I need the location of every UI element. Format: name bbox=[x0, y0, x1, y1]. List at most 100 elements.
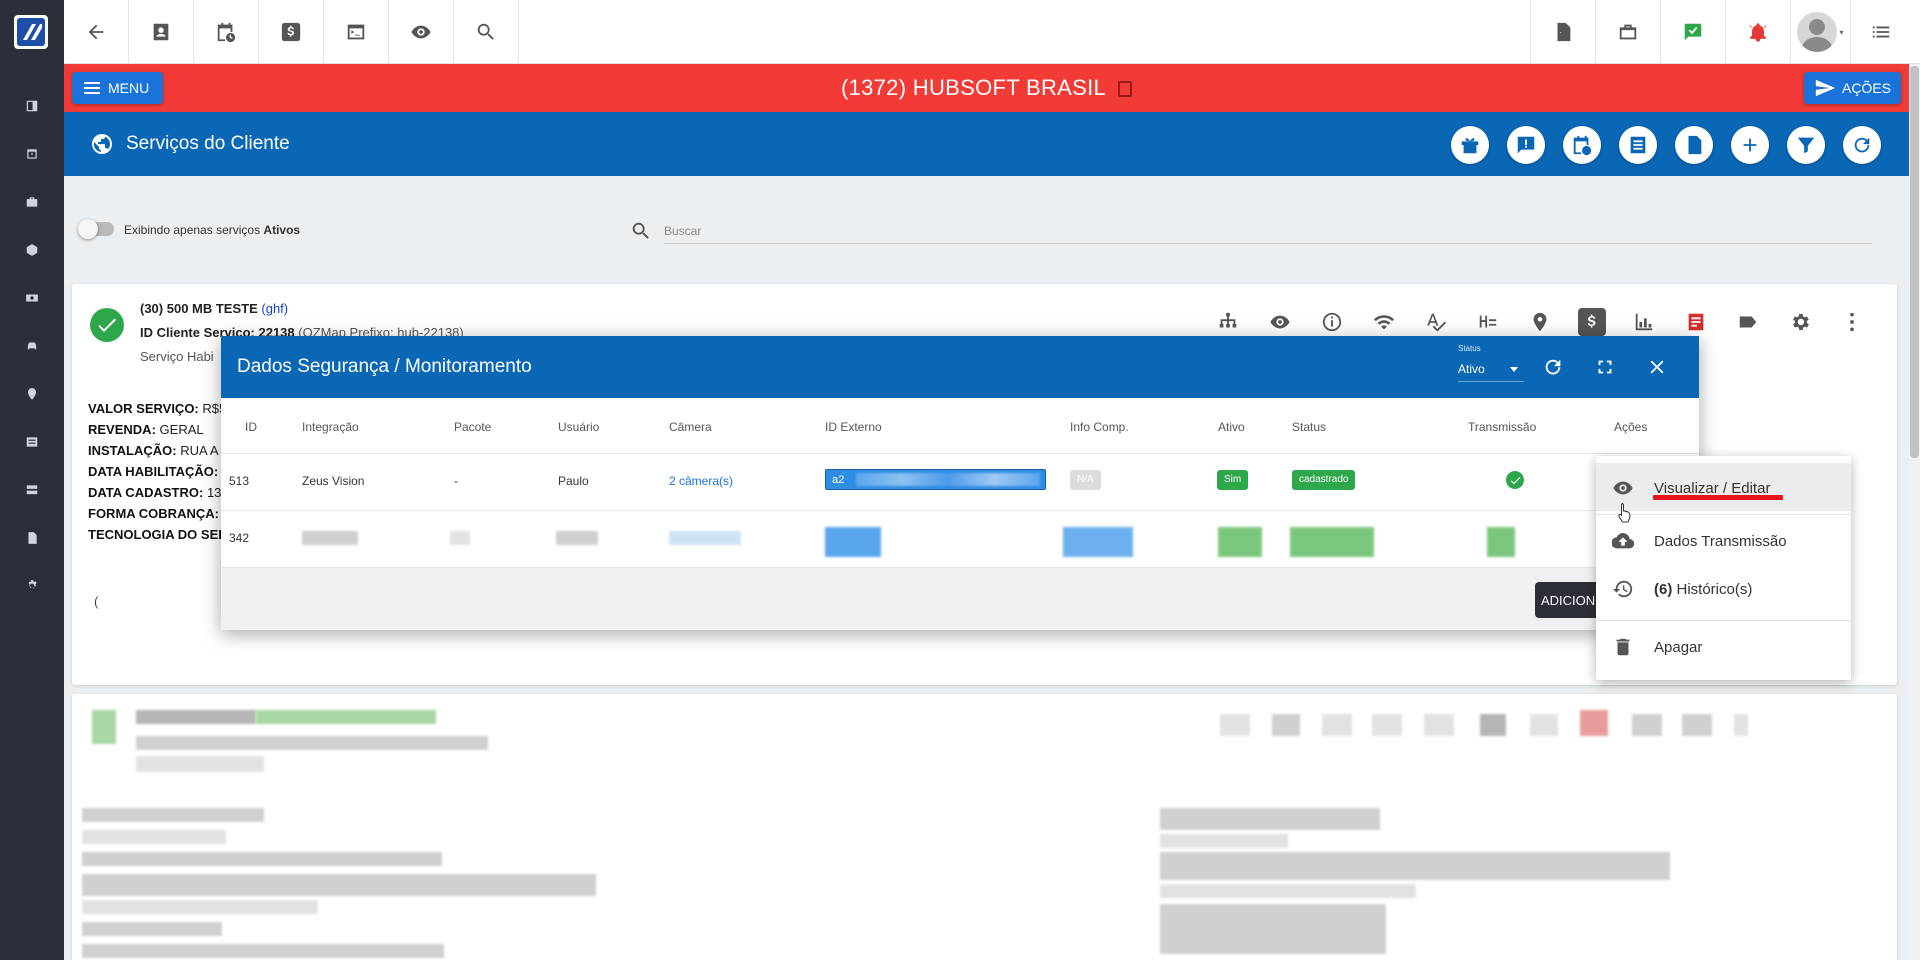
wifi-icon[interactable] bbox=[1370, 308, 1398, 336]
menu-item-view-edit[interactable]: Visualizar / Editar bbox=[1596, 463, 1851, 511]
money-icon[interactable] bbox=[22, 288, 42, 308]
app-logo[interactable] bbox=[14, 15, 48, 49]
col-id-externo[interactable]: ID Externo bbox=[825, 420, 882, 434]
blurred-icon bbox=[1632, 714, 1662, 736]
pdf-icon[interactable] bbox=[1530, 0, 1595, 64]
close-icon[interactable] bbox=[1643, 353, 1671, 381]
tag-icon[interactable] bbox=[1734, 308, 1762, 336]
plus-icon[interactable] bbox=[1731, 126, 1769, 164]
list-icon[interactable] bbox=[1850, 0, 1910, 64]
calendar-clock-button[interactable] bbox=[194, 0, 259, 64]
info-label: VALOR SERVIÇO: bbox=[88, 401, 199, 416]
status-select[interactable]: Ativo bbox=[1458, 362, 1524, 382]
network-tree-icon[interactable] bbox=[1214, 308, 1242, 336]
active-only-toggle[interactable] bbox=[78, 219, 114, 239]
heading-list-icon[interactable] bbox=[1474, 308, 1502, 336]
col-status[interactable]: Status bbox=[1292, 420, 1326, 434]
history-count: (6) bbox=[1654, 581, 1673, 598]
chat-check-icon[interactable] bbox=[1660, 0, 1725, 64]
blurred-text bbox=[1160, 834, 1288, 848]
invoice-icon[interactable] bbox=[1682, 308, 1710, 336]
spellcheck-icon[interactable] bbox=[1422, 308, 1450, 336]
settings-icon[interactable] bbox=[22, 576, 42, 596]
dollar-button[interactable] bbox=[259, 0, 324, 64]
dollar-icon[interactable] bbox=[1578, 308, 1606, 336]
gear-icon[interactable] bbox=[1786, 308, 1814, 336]
blurred-text bbox=[1160, 852, 1670, 880]
col-camera[interactable]: Câmera bbox=[669, 420, 712, 434]
blurred-text bbox=[82, 944, 444, 958]
map-pin-icon[interactable] bbox=[1526, 308, 1554, 336]
briefcase-icon[interactable] bbox=[22, 192, 42, 212]
search-input[interactable] bbox=[664, 218, 1872, 244]
menu-divider bbox=[1596, 620, 1851, 621]
info-comp-badge: N/A bbox=[1070, 470, 1101, 490]
actions-button[interactable]: AÇÕES bbox=[1803, 72, 1901, 104]
blurred-icon bbox=[1272, 714, 1300, 736]
user-menu[interactable]: ▾ bbox=[1790, 0, 1850, 64]
dashboard-icon[interactable] bbox=[22, 96, 42, 116]
toggle-label-prefix: Exibindo apenas serviços bbox=[124, 223, 264, 237]
col-id[interactable]: ID bbox=[245, 420, 257, 434]
blurred-icon bbox=[1530, 714, 1558, 736]
avatar[interactable] bbox=[1797, 12, 1838, 52]
server-icon[interactable] bbox=[22, 480, 42, 500]
alarm-bell-icon[interactable] bbox=[1725, 0, 1790, 64]
external-id-text: a2 bbox=[832, 474, 845, 486]
add-button[interactable]: ADICION bbox=[1535, 582, 1605, 618]
menu-item-history[interactable]: (6) Histórico(s) bbox=[1596, 564, 1851, 612]
scrollbar-thumb[interactable] bbox=[1910, 66, 1919, 458]
eye-icon[interactable] bbox=[1266, 308, 1294, 336]
search-button[interactable] bbox=[454, 0, 519, 64]
menu-item-label: (6) Histórico(s) bbox=[1654, 581, 1752, 598]
fullscreen-icon[interactable] bbox=[1591, 353, 1619, 381]
col-pacote[interactable]: Pacote bbox=[454, 420, 491, 434]
table-row[interactable]: 342 bbox=[221, 511, 1699, 568]
blurred-cell bbox=[1218, 527, 1262, 557]
check-circle-icon bbox=[90, 308, 124, 342]
calendar-clock-icon[interactable] bbox=[1563, 126, 1601, 164]
left-rail bbox=[0, 0, 64, 960]
col-usuario[interactable]: Usuário bbox=[558, 420, 599, 434]
more-vertical-icon[interactable] bbox=[1838, 308, 1866, 336]
terminal-button[interactable] bbox=[324, 0, 389, 64]
blurred-text bbox=[1160, 904, 1386, 954]
menu-item-label: Apagar bbox=[1654, 639, 1703, 656]
car-icon[interactable] bbox=[22, 336, 42, 356]
back-button[interactable] bbox=[64, 0, 129, 64]
info-icon[interactable] bbox=[1318, 308, 1346, 336]
col-integracao[interactable]: Integração bbox=[302, 420, 359, 434]
cube-icon[interactable] bbox=[22, 240, 42, 260]
gift-icon[interactable] bbox=[1451, 126, 1489, 164]
blurred-cell bbox=[1063, 527, 1133, 557]
list-box-icon[interactable] bbox=[22, 432, 42, 452]
menu-item-delete[interactable]: Apagar bbox=[1596, 622, 1851, 670]
bar-chart-icon[interactable] bbox=[1630, 308, 1658, 336]
map-pin-icon[interactable] bbox=[22, 384, 42, 404]
calendar-clock-icon[interactable] bbox=[22, 144, 42, 164]
col-ativo[interactable]: Ativo bbox=[1218, 420, 1245, 434]
blurred-cell bbox=[1290, 527, 1374, 557]
document-icon[interactable] bbox=[1675, 126, 1713, 164]
filter-icon[interactable] bbox=[1787, 126, 1825, 164]
briefcase-icon[interactable] bbox=[1595, 0, 1660, 64]
table-row[interactable]: 513 Zeus Vision - Paulo 2 câmera(s) a2 N… bbox=[221, 454, 1699, 511]
dialog-title: Dados Segurança / Monitoramento bbox=[237, 356, 532, 377]
copy-icon[interactable] bbox=[1118, 81, 1133, 97]
list-alt-icon[interactable] bbox=[1619, 126, 1657, 164]
blurred-text bbox=[82, 900, 318, 914]
document-icon[interactable] bbox=[22, 528, 42, 548]
eye-button[interactable] bbox=[389, 0, 454, 64]
alert-message-icon[interactable] bbox=[1507, 126, 1545, 164]
security-monitoring-dialog: Dados Segurança / Monitoramento Status A… bbox=[221, 336, 1699, 630]
refresh-icon[interactable] bbox=[1843, 126, 1881, 164]
col-acoes: Ações bbox=[1614, 420, 1648, 434]
blurred-cell bbox=[302, 531, 358, 545]
col-transmissao[interactable]: Transmissão bbox=[1468, 420, 1536, 434]
blurred-icon bbox=[1220, 714, 1250, 736]
contact-card-button[interactable] bbox=[129, 0, 194, 64]
refresh-icon[interactable] bbox=[1539, 353, 1567, 381]
menu-item-transmission-data[interactable]: Dados Transmissão bbox=[1596, 516, 1851, 564]
col-info-comp[interactable]: Info Comp. bbox=[1070, 420, 1129, 434]
camera-link[interactable]: 2 câmera(s) bbox=[669, 474, 733, 488]
